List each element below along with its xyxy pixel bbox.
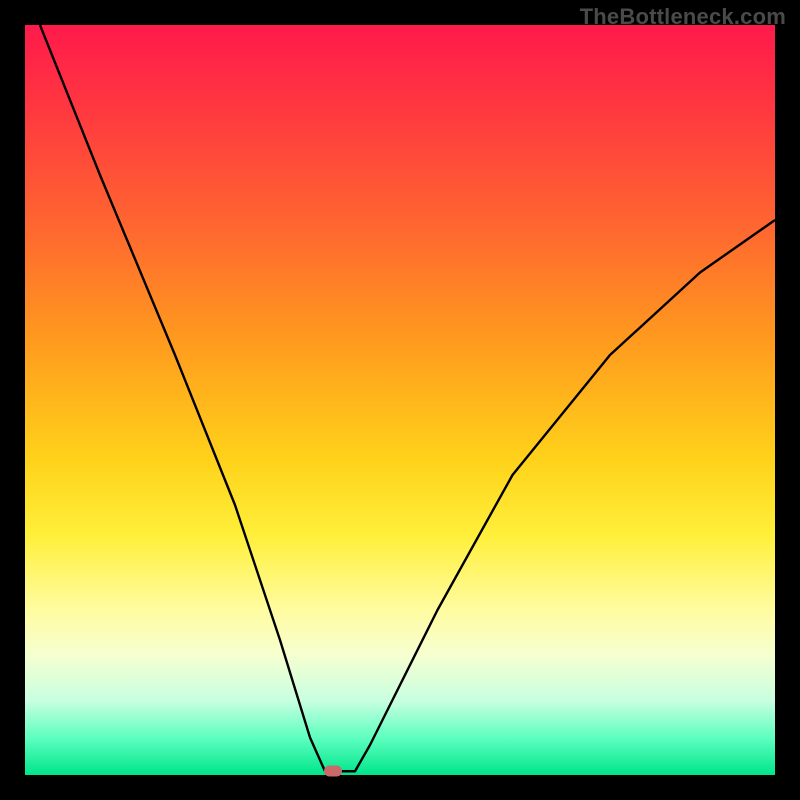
curve-path	[40, 25, 775, 771]
chart-frame: TheBottleneck.com	[0, 0, 800, 800]
chart-plot-area	[25, 25, 775, 775]
optimal-point-marker	[324, 766, 342, 777]
bottleneck-curve	[25, 25, 775, 775]
